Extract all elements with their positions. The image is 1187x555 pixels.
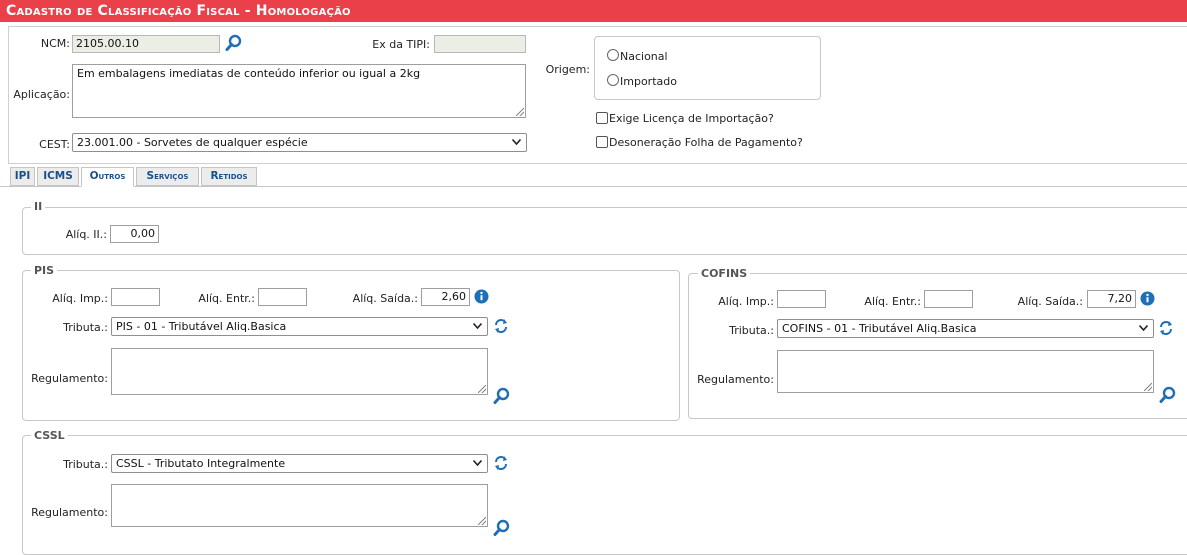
pis-aliq-saida-label: Alíq. Saída.: [352, 292, 418, 305]
aplicacao-label: Aplicação: [13, 88, 70, 101]
desoneracao-checkbox[interactable] [596, 136, 608, 148]
exige-licenca-label: Exige Licença de Importação? [609, 112, 774, 125]
radio-nacional-label: Nacional [620, 50, 668, 63]
cssl-legend: CSSL [31, 429, 68, 442]
cofins-aliq-imp-label: Alíq. Imp.: [718, 295, 774, 308]
ii-legend: II [31, 200, 46, 213]
cssl-tributa-select[interactable]: CSSL - Tributato Integralmente [111, 454, 488, 473]
cofins-regulamento-search-icon[interactable] [1159, 386, 1177, 404]
resize-grip-icon[interactable] [478, 517, 486, 525]
resize-grip-icon[interactable] [1144, 383, 1152, 391]
aplicacao-textarea[interactable]: Em embalagens imediatas de conteúdo infe… [72, 64, 526, 118]
cofins-tributa-select[interactable]: COFINS - 01 - Tributável Aliq.Basica [777, 319, 1154, 338]
resize-grip-icon[interactable] [478, 385, 486, 393]
cest-label: CEST: [39, 138, 70, 151]
cofins-refresh-icon[interactable] [1158, 320, 1174, 336]
cofins-aliq-imp-field[interactable] [777, 290, 826, 308]
pis-regulamento-search-icon[interactable] [493, 387, 511, 405]
cofins-legend: COFINS [698, 267, 751, 280]
resize-grip-icon[interactable] [516, 108, 524, 116]
origem-group [594, 36, 821, 100]
cofins-aliq-saida-label: Alíq. Saída.: [1017, 295, 1083, 308]
pis-aliq-imp-label: Alíq. Imp.: [52, 292, 108, 305]
chevron-down-icon [473, 323, 482, 329]
pis-regulamento-textarea[interactable] [111, 348, 488, 395]
radio-nacional[interactable] [607, 49, 619, 61]
cest-select[interactable]: 23.001.00 - Sorvetes de qualquer espécie [72, 133, 527, 152]
pis-aliq-imp-field[interactable] [111, 288, 160, 306]
chevron-down-icon [512, 139, 521, 145]
ii-aliq-label: Alíq. II.: [65, 228, 107, 241]
cssl-regulamento-search-icon[interactable] [493, 519, 511, 537]
cofins-aliq-entr-label: Alíq. Entr.: [864, 295, 921, 308]
tab-outros[interactable]: Outros [81, 167, 134, 187]
radio-importado[interactable] [607, 74, 619, 86]
desoneracao-label: Desoneração Folha de Pagamento? [609, 136, 803, 149]
cofins-aliq-saida-field[interactable]: 7,20 [1087, 290, 1136, 308]
cssl-regulamento-label: Regulamento: [31, 506, 108, 519]
tab-icms[interactable]: ICMS [37, 167, 79, 186]
ncm-field[interactable]: 2105.00.10 [72, 35, 220, 53]
window-title: Cadastro de Classificação Fiscal - Homol… [0, 0, 1187, 22]
radio-importado-label: Importado [620, 75, 677, 88]
cssl-refresh-icon[interactable] [493, 455, 509, 471]
tab-retidos[interactable]: Retidos [201, 167, 257, 186]
pis-tributa-select[interactable]: PIS - 01 - Tributável Aliq.Basica [111, 317, 488, 336]
pis-aliq-entr-field[interactable] [258, 288, 307, 306]
ncm-label: NCM: [40, 37, 70, 50]
cofins-regulamento-textarea[interactable] [777, 350, 1154, 393]
origem-label: Origem: [545, 63, 590, 76]
pis-regulamento-label: Regulamento: [31, 372, 108, 385]
cofins-aliq-entr-field[interactable] [924, 290, 973, 308]
pis-tributa-selected: PIS - 01 - Tributável Aliq.Basica [116, 320, 287, 333]
exige-licenca-checkbox[interactable] [596, 112, 608, 124]
cofins-regulamento-label: Regulamento: [697, 373, 774, 386]
tab-servicos[interactable]: Serviços [136, 167, 199, 186]
ii-aliq-field[interactable]: 0,00 [110, 225, 159, 243]
ex-tipi-field[interactable] [434, 35, 526, 53]
ncm-search-icon[interactable] [225, 34, 243, 52]
ex-tipi-label: Ex da TIPI: [372, 38, 430, 51]
cssl-tributa-label: Tributa.: [63, 458, 108, 471]
pis-info-icon[interactable] [474, 289, 489, 304]
cofins-tributa-label: Tributa.: [729, 324, 774, 337]
pis-aliq-entr-label: Alíq. Entr.: [198, 292, 255, 305]
pis-tributa-label: Tributa.: [63, 321, 108, 334]
pis-aliq-saida-field[interactable]: 2,60 [421, 288, 470, 306]
tab-divider [0, 186, 1187, 187]
chevron-down-icon [1139, 325, 1148, 331]
ii-fieldset [22, 207, 1187, 255]
tab-ipi[interactable]: IPI [10, 167, 35, 186]
pis-refresh-icon[interactable] [493, 318, 509, 334]
pis-legend: PIS [31, 264, 58, 277]
chevron-down-icon [473, 460, 482, 466]
aplicacao-text: Em embalagens imediatas de conteúdo infe… [77, 67, 421, 80]
cofins-tributa-selected: COFINS - 01 - Tributável Aliq.Basica [782, 322, 977, 335]
cssl-regulamento-textarea[interactable] [111, 484, 488, 527]
cest-selected: 23.001.00 - Sorvetes de qualquer espécie [77, 136, 308, 149]
cssl-tributa-selected: CSSL - Tributato Integralmente [116, 457, 286, 470]
cofins-info-icon[interactable] [1140, 291, 1155, 306]
